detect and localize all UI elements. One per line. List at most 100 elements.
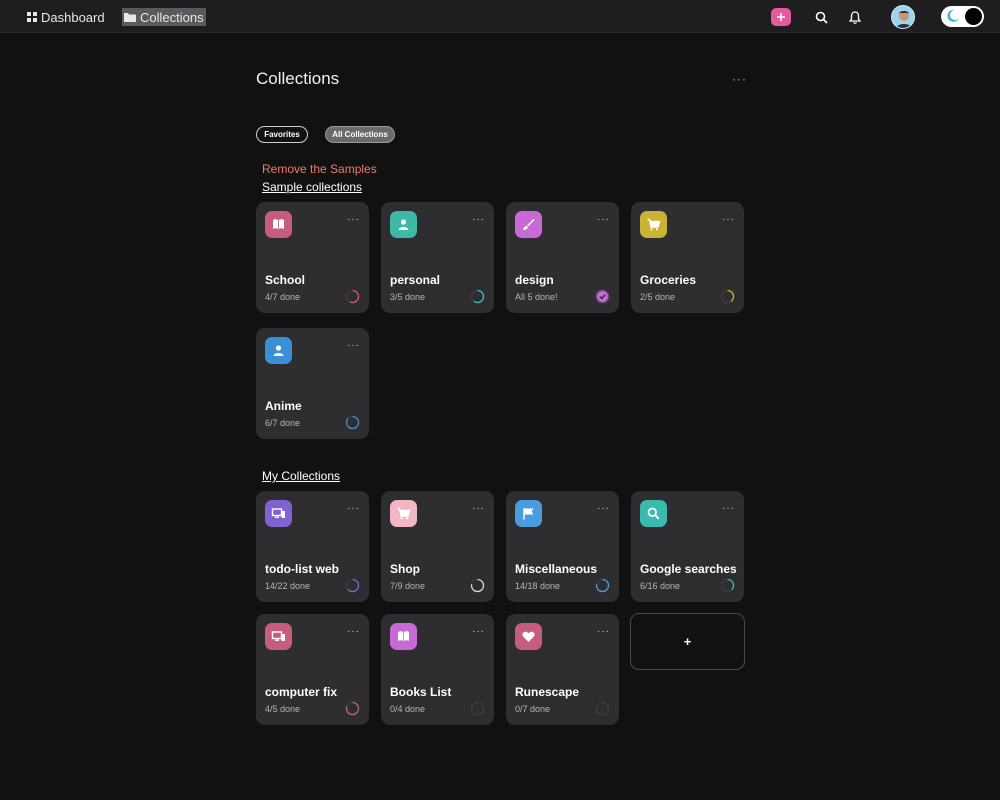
nav-dashboard-label: Dashboard	[41, 9, 105, 25]
cart-icon	[397, 507, 411, 520]
collection-progress-text: 6/16 done	[640, 581, 681, 591]
notifications-button[interactable]	[846, 8, 864, 26]
collection-name: todo-list web	[265, 562, 339, 576]
collection-name: Miscellaneous	[515, 562, 598, 576]
collection-progress-text: 7/9 done	[390, 581, 426, 591]
devices-icon	[271, 508, 285, 518]
card-menu-button[interactable]: ···	[472, 503, 485, 514]
nav-collections-link[interactable]: Collections	[122, 8, 206, 26]
collection-card[interactable]: ··· todo-list web 14/22 done	[256, 491, 369, 602]
collection-tile-icon	[640, 211, 667, 238]
progress-ring	[470, 289, 485, 304]
progress-ring	[345, 289, 360, 304]
top-nav-bar: Dashboard Collections	[0, 0, 1000, 33]
grid-icon	[27, 12, 37, 22]
heart-icon	[522, 631, 535, 642]
folder-icon	[124, 13, 136, 22]
theme-toggle[interactable]	[941, 6, 984, 27]
collection-card[interactable]: ··· School 4/7 done	[256, 202, 369, 313]
plus-icon	[777, 13, 785, 21]
filter-favorites[interactable]: Favorites	[256, 126, 308, 143]
card-menu-button[interactable]: ···	[347, 503, 360, 514]
collection-progress-text: All 5 done!	[515, 292, 558, 302]
collection-tile-icon	[390, 211, 417, 238]
progress-ring	[470, 701, 485, 716]
collection-card[interactable]: ··· Google searches 6/16 done	[631, 491, 744, 602]
card-menu-button[interactable]: ···	[472, 626, 485, 637]
search-button[interactable]	[812, 8, 830, 26]
collection-card[interactable]: ··· design All 5 done!	[506, 202, 619, 313]
nav-dashboard-link[interactable]: Dashboard	[27, 8, 105, 26]
progress-ring	[345, 701, 360, 716]
collection-tile-icon	[390, 500, 417, 527]
filter-all-collections[interactable]: All Collections	[325, 126, 395, 143]
card-menu-button[interactable]: ···	[722, 503, 735, 514]
collection-tile-icon	[265, 337, 292, 364]
remove-samples-link[interactable]: Remove the Samples	[262, 162, 377, 176]
collection-tile-icon	[515, 500, 542, 527]
collection-name: design	[515, 273, 554, 287]
completed-check-icon	[595, 289, 610, 304]
collection-tile-icon	[640, 500, 667, 527]
progress-ring	[595, 701, 610, 716]
card-menu-button[interactable]: ···	[347, 214, 360, 225]
collection-tile-icon	[515, 623, 542, 650]
collection-progress-text: 3/5 done	[390, 292, 426, 302]
card-menu-button[interactable]: ···	[722, 214, 735, 225]
bell-icon	[849, 10, 861, 24]
collection-progress-text: 0/4 done	[390, 704, 426, 714]
search-icon	[647, 507, 660, 520]
collection-progress-text: 14/22 done	[265, 581, 311, 591]
card-menu-button[interactable]: ···	[597, 626, 610, 637]
progress-ring	[345, 415, 360, 430]
page-menu-button[interactable]: ···	[732, 72, 747, 86]
brush-icon	[523, 219, 535, 230]
collection-progress-text: 6/7 done	[265, 418, 301, 428]
progress-ring	[595, 578, 610, 593]
collection-card[interactable]: ··· Miscellaneous 14/18 done	[506, 491, 619, 602]
collection-name: Groceries	[640, 273, 697, 287]
card-menu-button[interactable]: ···	[347, 340, 360, 351]
progress-ring	[345, 578, 360, 593]
card-menu-button[interactable]: ···	[597, 214, 610, 225]
nav-collections-label: Collections	[140, 9, 204, 25]
collection-progress-text: 0/7 done	[515, 704, 551, 714]
collection-name: Runescape	[515, 685, 580, 699]
collection-progress-text: 2/5 done	[640, 292, 676, 302]
my-collections-heading[interactable]: My Collections	[262, 469, 340, 483]
card-menu-button[interactable]: ···	[472, 214, 485, 225]
collection-card[interactable]: ··· personal 3/5 done	[381, 202, 494, 313]
collection-name: computer fix	[265, 685, 338, 699]
collection-name: Anime	[265, 399, 302, 413]
add-button[interactable]	[771, 8, 791, 26]
collection-card[interactable]: ··· Anime 6/7 done	[256, 328, 369, 439]
search-icon	[815, 11, 828, 24]
collection-progress-text: 4/5 done	[265, 704, 301, 714]
user-icon	[398, 219, 409, 230]
book-icon	[398, 631, 409, 642]
add-collection-button[interactable]: +	[630, 613, 745, 670]
progress-ring	[720, 289, 735, 304]
collection-card[interactable]: ··· Shop 7/9 done	[381, 491, 494, 602]
collection-tile-icon	[265, 623, 292, 650]
collection-card[interactable]: ··· computer fix 4/5 done	[256, 614, 369, 725]
collection-card[interactable]: ··· Books List 0/4 done	[381, 614, 494, 725]
sample-collections-heading[interactable]: Sample collections	[262, 180, 362, 194]
collection-card[interactable]: ··· Groceries 2/5 done	[631, 202, 744, 313]
collection-tile-icon	[390, 623, 417, 650]
devices-icon	[271, 631, 285, 641]
avatar[interactable]	[891, 5, 915, 29]
collection-name: Shop	[390, 562, 420, 576]
cart-icon	[647, 218, 661, 231]
collection-tile-icon	[515, 211, 542, 238]
collection-tile-icon	[265, 211, 292, 238]
collection-card[interactable]: ··· Runescape 0/7 done	[506, 614, 619, 725]
user-icon	[273, 345, 284, 356]
progress-ring	[470, 578, 485, 593]
collection-name: School	[265, 273, 306, 287]
user-avatar-icon	[892, 6, 914, 28]
card-menu-button[interactable]: ···	[347, 626, 360, 637]
card-menu-button[interactable]: ···	[597, 503, 610, 514]
flag-icon	[523, 508, 534, 520]
collection-tile-icon	[265, 500, 292, 527]
